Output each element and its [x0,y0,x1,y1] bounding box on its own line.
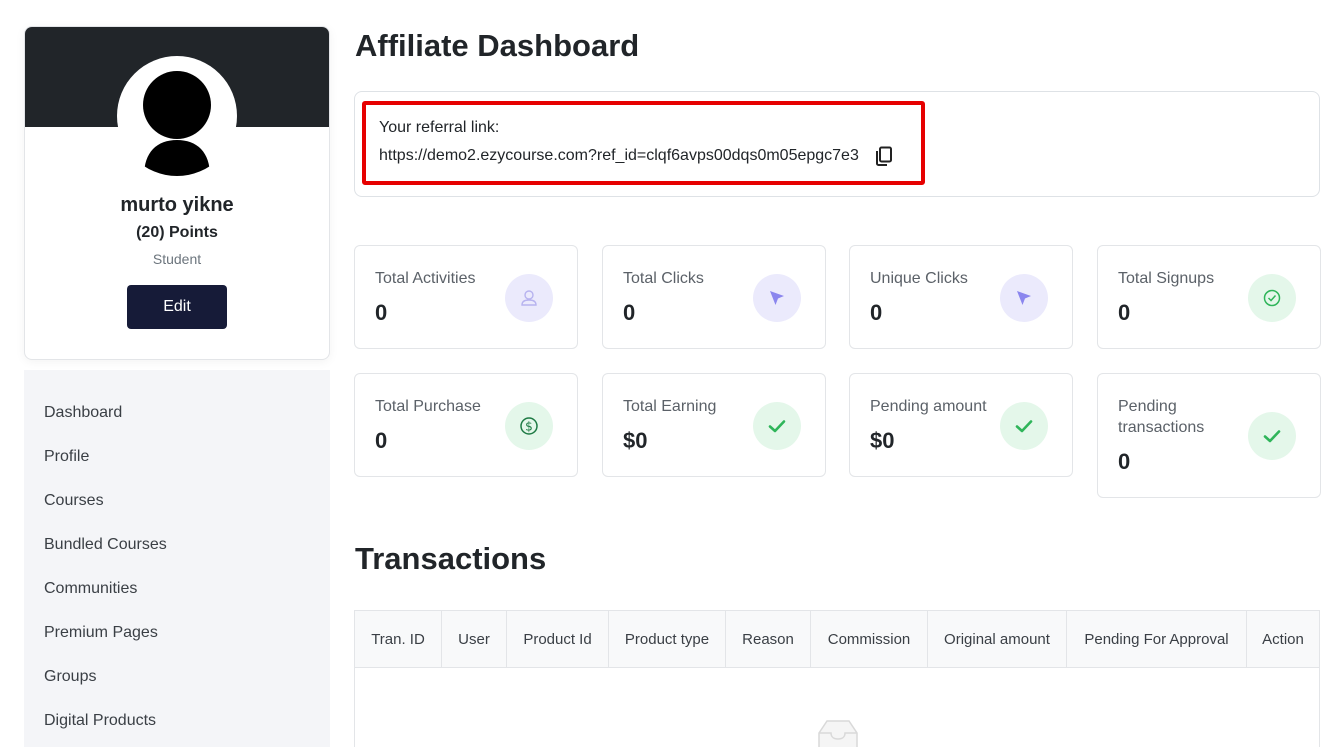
cursor-icon [753,274,801,322]
dollar-icon: $ [505,402,553,450]
stat-value: 0 [1118,449,1131,474]
stat-label: Total Earning [623,398,717,415]
column-header[interactable]: Original amount [928,611,1067,668]
page-title: Affiliate Dashboard [355,28,640,63]
stat-card-pending-amount: Pending amount $0 [849,373,1073,477]
stat-card-total-earning: Total Earning $0 [602,373,826,477]
stat-value: 0 [375,428,388,453]
stat-card-total-activities: Total Activities 0 [354,245,578,349]
check-icon [753,402,801,450]
check-icon [1000,402,1048,450]
column-header[interactable]: Commission [811,611,928,668]
stat-card-total-purchase: Total Purchase 0 $ [354,373,578,477]
column-header[interactable]: Action [1247,611,1319,668]
column-header[interactable]: Reason [726,611,811,668]
stat-label: Unique Clicks [870,270,968,287]
side-nav: Dashboard Profile Courses Bundled Course… [24,370,330,747]
stat-label: Pending transactions [1118,398,1205,436]
column-header[interactable]: User [442,611,507,668]
stat-label: Total Signups [1118,270,1215,287]
stat-value: 0 [623,300,636,325]
stat-value: 0 [375,300,388,325]
empty-box-icon [813,715,863,747]
referral-highlight [362,101,925,185]
sidebar-item-communities[interactable]: Communities [24,580,330,624]
referral-link[interactable]: https://demo2.ezycourse.com?ref_id=clqf6… [379,147,859,165]
sidebar-item-digital-products[interactable]: Digital Products [24,712,330,747]
stat-label: Pending amount [870,398,987,415]
cursor-icon [1000,274,1048,322]
sidebar-item-bundled-courses[interactable]: Bundled Courses [24,536,330,580]
stat-value: 0 [870,300,883,325]
stat-label: Total Activities [375,270,476,287]
check-circle-icon [1248,274,1296,322]
column-header[interactable]: Tran. ID [355,611,442,668]
transactions-table: Tran. ID User Product Id Product type Re… [354,610,1320,747]
copy-icon[interactable] [873,145,895,167]
stat-card-pending-transactions: Pending transactions 0 [1097,373,1321,498]
table-header: Tran. ID User Product Id Product type Re… [355,611,1319,668]
edit-button[interactable]: Edit [127,285,227,329]
stat-label: Total Clicks [623,270,704,287]
stat-card-unique-clicks: Unique Clicks 0 [849,245,1073,349]
sidebar-item-groups[interactable]: Groups [24,668,330,712]
stat-value: $0 [870,428,895,453]
transactions-title: Transactions [355,541,547,576]
stat-value: $0 [623,428,648,453]
svg-text:$: $ [525,420,533,434]
sidebar-item-courses[interactable]: Courses [24,492,330,536]
user-icon [505,274,553,322]
column-header[interactable]: Pending For Approval [1067,611,1247,668]
sidebar-item-profile[interactable]: Profile [24,448,330,492]
stat-value: 0 [1118,300,1131,325]
avatar [117,56,237,176]
check-icon [1248,412,1296,460]
profile-points: (20) Points [136,224,218,241]
stat-card-total-clicks: Total Clicks 0 [602,245,826,349]
sidebar-item-dashboard[interactable]: Dashboard [24,404,330,448]
user-silhouette-icon [143,71,211,176]
column-header[interactable]: Product Id [507,611,609,668]
profile-role: Student [152,251,202,267]
sidebar-item-premium-pages[interactable]: Premium Pages [24,624,330,668]
stat-card-total-signups: Total Signups 0 [1097,245,1321,349]
profile-card: murto yikne (20) Points Student Edit [24,26,330,360]
stat-label: Total Purchase [375,398,481,415]
profile-name: murto yikne [120,194,234,216]
column-header[interactable]: Product type [609,611,726,668]
referral-label: Your referral link: [379,119,500,136]
